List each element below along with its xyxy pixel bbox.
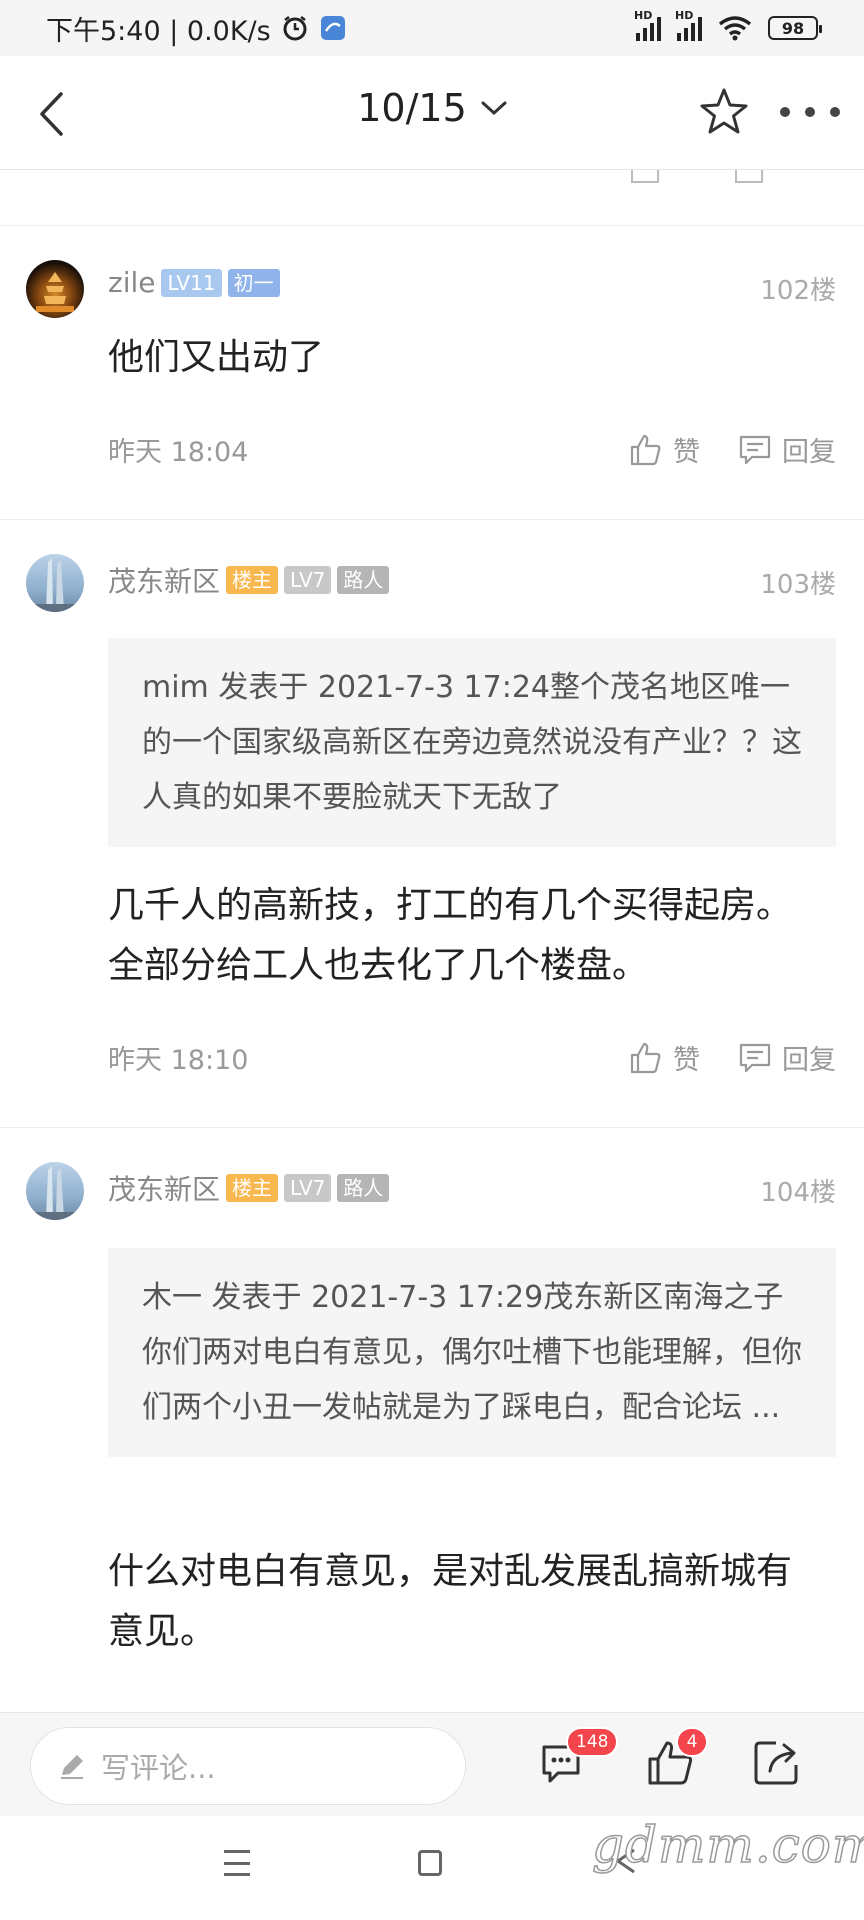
floor-number: 103楼	[760, 570, 836, 600]
more-dot-icon	[830, 107, 840, 117]
quoted-post[interactable]: mim 发表于 2021-7-3 17:24整个茂名地区唯一的一个国家级高新区在…	[108, 638, 836, 847]
title-badge: 初一	[227, 268, 280, 297]
more-dot-icon	[780, 107, 790, 117]
comment-placeholder: 写评论...	[101, 1751, 216, 1785]
like-post-button[interactable]: 4	[642, 1727, 708, 1793]
like-button[interactable]: 赞	[629, 1038, 700, 1077]
app-notification-icon	[320, 16, 345, 40]
post-meta: 昨天 18:10 赞 回复	[108, 1038, 836, 1077]
post-meta: 昨天 18:04 赞 回复	[108, 430, 836, 469]
status-time: 下午5:40 | 0.0K/s	[46, 15, 271, 47]
reply-button[interactable]: 回复	[738, 430, 836, 469]
post-content: 什么对电白有意见，是对乱发展乱搞新城有意见。	[108, 1551, 793, 1652]
status-bar: 下午5:40 | 0.0K/s HD HD 98	[0, 0, 864, 56]
post-content: 几千人的高新技，打工的有几个买得起房。全部分给工人也去化了几个楼盘。	[108, 885, 793, 986]
reply-label: 回复	[782, 1045, 836, 1076]
avatar[interactable]	[26, 1162, 84, 1220]
more-dot-icon	[805, 107, 815, 117]
comment-count-badge: 148	[566, 1727, 619, 1757]
like-label: 赞	[673, 437, 700, 468]
signal-icon: HD	[634, 9, 661, 41]
comment-icon	[739, 1043, 771, 1072]
username[interactable]: zile	[108, 266, 155, 299]
post-content: 他们又出动了	[108, 337, 325, 378]
reply-label: 回复	[782, 437, 836, 468]
comment-input[interactable]: 写评论...	[30, 1727, 466, 1805]
level-badge: LV7	[284, 1174, 332, 1202]
host-badge: 楼主	[226, 1174, 279, 1202]
like-count-badge: 4	[676, 1727, 708, 1757]
post-104: 茂东新区 楼主 LV7 路人 104楼 木一 发表于 2021-7-3 17:2…	[0, 1128, 864, 1712]
battery-indicator: 98	[768, 16, 822, 40]
level-badge: LV11	[161, 268, 222, 297]
home-button[interactable]	[418, 1850, 442, 1876]
more-options-button[interactable]	[780, 84, 840, 140]
like-label: 赞	[673, 1045, 700, 1076]
avatar[interactable]	[26, 260, 84, 318]
user-info: 茂东新区 楼主 LV7 路人	[108, 1168, 390, 1208]
user-info: 茂东新区 楼主 LV7 路人	[108, 560, 390, 600]
user-info: zile LV11 初一	[108, 266, 280, 299]
reply-icon	[735, 170, 763, 183]
skyscraper-image-icon	[26, 558, 84, 612]
reply-button[interactable]: 回复	[738, 1038, 836, 1077]
alarm-icon	[283, 16, 307, 41]
title-badge: 路人	[337, 566, 390, 594]
username[interactable]: 茂东新区	[108, 560, 220, 600]
post-102: zile LV11 初一 102楼 他们又出动了 昨天 18:04 赞 回复	[0, 226, 864, 520]
thumbs-up-icon	[630, 434, 661, 465]
tower-image-icon	[36, 272, 74, 312]
thumbs-up-icon	[630, 1042, 661, 1073]
share-icon	[754, 1741, 798, 1785]
recent-apps-button[interactable]	[224, 1850, 250, 1876]
chevron-down-icon	[481, 101, 507, 116]
page-indicator: 10/15	[357, 86, 467, 130]
like-button[interactable]: 赞	[629, 430, 700, 469]
pencil-icon	[61, 1755, 83, 1779]
host-badge: 楼主	[226, 566, 279, 594]
signal-icon-2: HD	[675, 9, 702, 41]
post-time: 昨天 18:04	[108, 437, 249, 468]
floor-number: 104楼	[760, 1178, 836, 1208]
skyscraper-image-icon	[26, 1166, 84, 1220]
quoted-post[interactable]: 木一 发表于 2021-7-3 17:29茂东新区南海之子你们两对电白有意见，偶…	[108, 1248, 836, 1457]
comments-button[interactable]: 148	[536, 1727, 619, 1793]
post-time: 昨天 18:10	[108, 1045, 249, 1076]
watermark: gdmm.com	[591, 1815, 864, 1875]
star-icon	[700, 88, 748, 134]
floor-number: 102楼	[760, 276, 836, 306]
wifi-icon	[718, 16, 752, 41]
comment-icon	[739, 435, 771, 464]
title-badge: 路人	[337, 1174, 390, 1202]
system-navigation-bar: gdmm.com	[0, 1815, 864, 1920]
avatar[interactable]	[26, 554, 84, 612]
post-103: 茂东新区 楼主 LV7 路人 103楼 mim 发表于 2021-7-3 17:…	[0, 520, 864, 1128]
level-badge: LV7	[284, 566, 332, 594]
previous-post-fragment	[0, 170, 864, 226]
comment-bar: 写评论... 148 4	[0, 1712, 864, 1816]
username[interactable]: 茂东新区	[108, 1168, 220, 1208]
share-button[interactable]	[748, 1733, 808, 1793]
like-icon	[631, 170, 659, 183]
top-nav-bar: 10/15	[0, 56, 864, 170]
favorite-button[interactable]	[696, 84, 752, 140]
